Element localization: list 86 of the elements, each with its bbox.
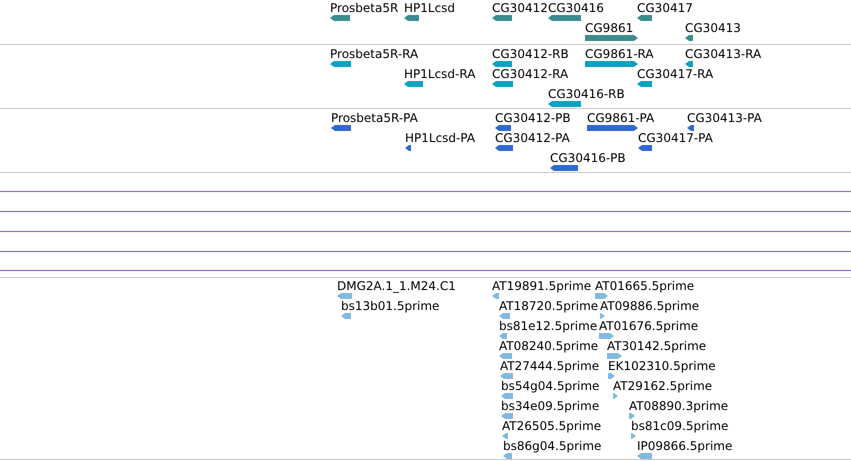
feature-label: bs13b01.5prime (341, 300, 440, 313)
feature-label: CG30412-RB (492, 48, 569, 61)
feature-label: AT26505.5prime (502, 420, 602, 433)
feature-arrow[interactable] (548, 101, 581, 107)
feature-label: AT08890.3prime (629, 400, 728, 413)
feature-label: Prosbeta5R-PA (331, 112, 418, 125)
feature-arrow[interactable] (599, 333, 614, 339)
feature-label: CG30416-RB (548, 88, 625, 101)
feature-arrow[interactable] (495, 125, 511, 131)
feature-label: CG30412-RA (492, 68, 568, 81)
feature-label: HP1Lcsd-PA (405, 132, 476, 145)
feature-arrow[interactable] (492, 61, 512, 67)
feature-label: Prosbeta5R (330, 2, 398, 15)
feature-label: CG30417-PA (638, 132, 713, 145)
feature-label: AT30142.5prime (607, 340, 706, 353)
feature-arrow[interactable] (548, 15, 581, 21)
feature-arrow[interactable] (500, 373, 513, 379)
feature-arrow[interactable] (405, 145, 411, 151)
feature-arrow[interactable] (330, 61, 351, 67)
feature-label: bs86g04.5prime (503, 440, 602, 453)
feature-arrow[interactable] (501, 393, 513, 399)
feature-label: AT27444.5prime (500, 360, 600, 373)
feature-label: AT01665.5prime (595, 280, 694, 293)
feature-label: EK102310.5prime (608, 360, 716, 373)
feature-label: CG30416 (548, 2, 604, 15)
feature-label: CG30416-PB (550, 152, 626, 165)
feature-arrow[interactable] (404, 81, 423, 87)
feature-label: HP1Lcsd (404, 2, 456, 15)
feature-label: AT29162.5prime (613, 380, 712, 393)
feature-arrow[interactable] (637, 15, 652, 21)
feature-label: bs54g04.5prime (501, 380, 600, 393)
feature-arrow[interactable] (495, 145, 513, 151)
feature-label: CG30412 (492, 2, 548, 15)
feature-arrow[interactable] (330, 15, 350, 21)
feature-arrow[interactable] (503, 453, 512, 459)
feature-arrow[interactable] (595, 293, 608, 299)
feature-arrow[interactable] (587, 125, 638, 131)
feature-label: bs34e09.5prime (501, 400, 600, 413)
feature-label: CG9861-RA (585, 48, 654, 61)
feature-arrow[interactable] (600, 313, 605, 319)
feature-label: CG30417-RA (637, 68, 714, 81)
feature-arrow[interactable] (499, 333, 507, 339)
feature-arrow[interactable] (637, 81, 652, 87)
feature-label: CG9861-PA (587, 112, 654, 125)
feature-arrow[interactable] (631, 433, 636, 439)
feature-label: AT18720.5prime (499, 300, 598, 313)
feature-label: IP09866.5prime (637, 440, 732, 453)
feature-label: bs81e12.5prime (499, 320, 598, 333)
feature-arrow[interactable] (492, 81, 513, 87)
feature-arrow[interactable] (499, 313, 510, 319)
feature-label: AT08240.5prime (499, 340, 598, 353)
feature-label: AT09886.5prime (600, 300, 700, 313)
feature-label: DMG2A.1_1.M24.C1 (337, 280, 456, 293)
feature-arrow[interactable] (499, 353, 512, 359)
feature-arrow[interactable] (607, 353, 622, 359)
feature-label: CG9861 (585, 22, 634, 35)
feature-arrow[interactable] (585, 35, 638, 41)
feature-label: CG30413 (685, 22, 741, 35)
feature-arrow[interactable] (687, 125, 694, 131)
feature-arrow[interactable] (685, 35, 693, 41)
feature-label: CG30412-PA (495, 132, 570, 145)
feature-label: CG30417 (637, 2, 693, 15)
feature-arrow[interactable] (337, 293, 352, 299)
feature-arrow[interactable] (629, 413, 635, 419)
feature-arrow[interactable] (638, 145, 652, 151)
feature-label: HP1Lcsd-RA (404, 68, 476, 81)
feature-arrow[interactable] (492, 15, 512, 21)
feature-arrow[interactable] (492, 293, 499, 299)
feature-arrow[interactable] (331, 125, 351, 131)
feature-arrow[interactable] (585, 61, 638, 67)
feature-arrow[interactable] (685, 61, 693, 67)
feature-arrow[interactable] (550, 165, 578, 171)
feature-label: CG30412-PB (495, 112, 571, 125)
feature-label: AT19891.5prime (492, 280, 592, 293)
feature-label: bs81c09.5prime (631, 420, 728, 433)
feature-label: AT01676.5prime (599, 320, 698, 333)
feature-label: CG30413-PA (687, 112, 762, 125)
feature-label: Prosbeta5R-RA (330, 48, 418, 61)
feature-arrow[interactable] (501, 413, 513, 419)
feature-label: CG30413-RA (685, 48, 762, 61)
feature-arrow[interactable] (608, 373, 615, 379)
feature-arrow[interactable] (637, 453, 652, 459)
feature-arrow[interactable] (404, 15, 419, 21)
feature-arrow[interactable] (502, 433, 508, 439)
feature-arrow[interactable] (613, 393, 618, 399)
feature-arrow[interactable] (341, 313, 351, 319)
